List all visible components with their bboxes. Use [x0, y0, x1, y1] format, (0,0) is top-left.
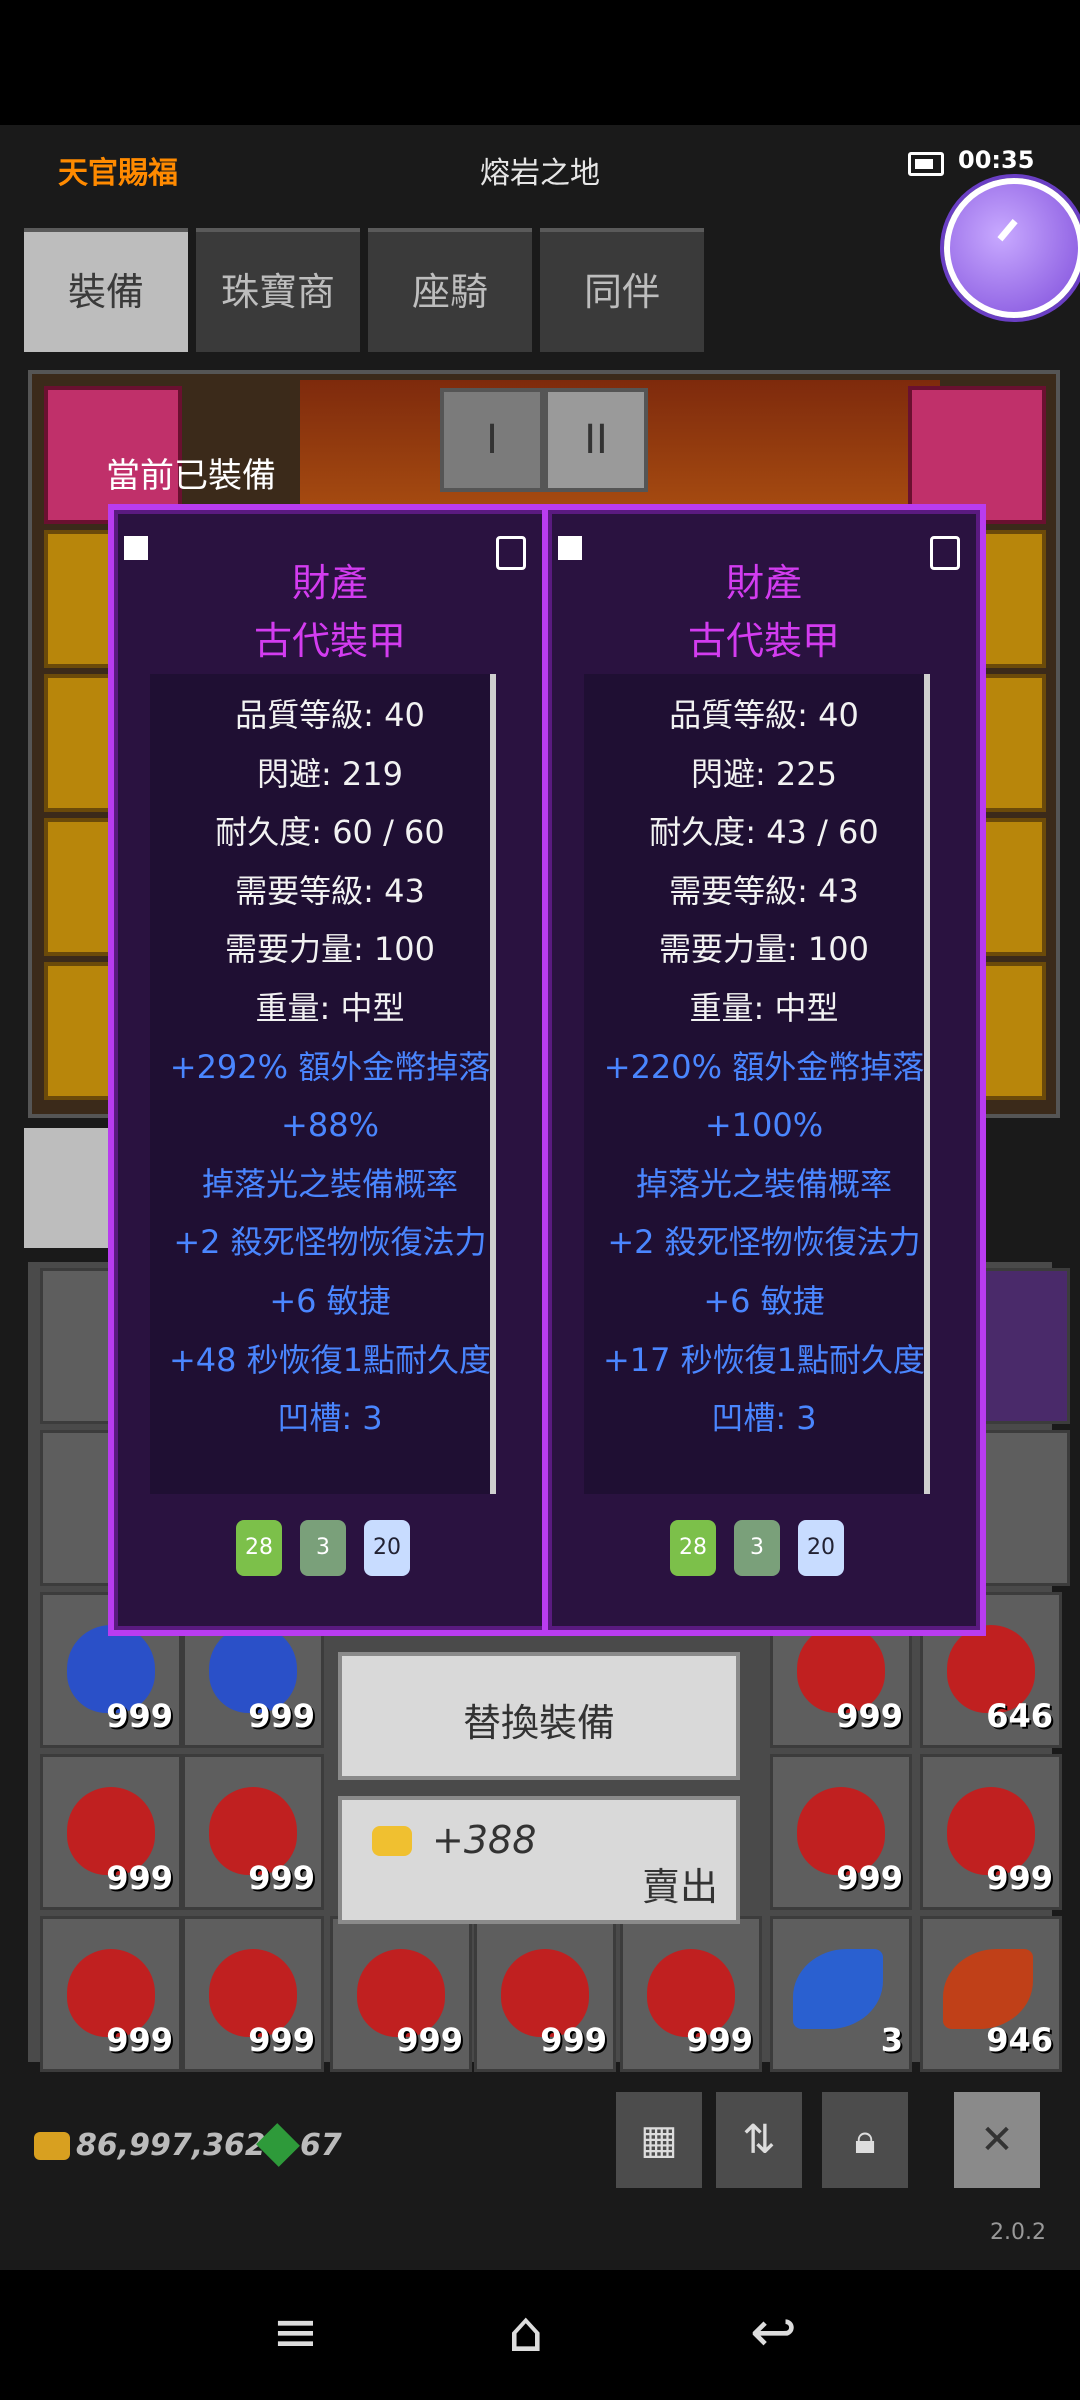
- equip-page-2-button[interactable]: II: [544, 388, 648, 492]
- stat-line: 閃避: 219: [256, 754, 404, 793]
- sell-button[interactable]: +388 賣出: [338, 1796, 740, 1924]
- bonus-line: +2 殺死怪物恢復法力: [607, 1223, 921, 1262]
- tab-jeweler[interactable]: 珠寶商: [196, 228, 360, 352]
- status-bar-background: [0, 0, 1080, 125]
- tab-companion[interactable]: 同伴: [540, 228, 704, 352]
- item-count: 946: [986, 2021, 1053, 2059]
- back-icon[interactable]: ↩: [750, 2300, 797, 2365]
- grid-view-icon[interactable]: ▦: [616, 2092, 702, 2188]
- new-item-tooltip: 財產 古代裝甲 品質等級: 40 閃避: 225 耐久度: 43 / 60 需要…: [542, 504, 986, 1636]
- gold-coins-icon: [372, 1826, 412, 1856]
- item-count: 999: [106, 2021, 173, 2059]
- item-name: 古代裝甲: [253, 619, 406, 663]
- inventory-slot[interactable]: 999: [770, 1754, 912, 1910]
- sort-icon[interactable]: ⇅: [716, 2092, 802, 2188]
- socket-gem-white: 20: [798, 1520, 844, 1576]
- clock: 00:35: [958, 146, 1035, 174]
- sell-price: +388: [432, 1818, 537, 1862]
- stat-line: 需要等級: 43: [669, 871, 859, 910]
- item-count: 999: [106, 1859, 173, 1897]
- item-count: 999: [686, 2021, 753, 2059]
- item-count: 999: [986, 1859, 1053, 1897]
- stats-list: 品質等級: 40 閃避: 219 耐久度: 60 / 60 需要等級: 43 需…: [114, 686, 546, 1448]
- socket-gem-gray: 3: [300, 1520, 346, 1576]
- inventory-slot[interactable]: 999: [40, 1754, 182, 1910]
- item-count: 646: [986, 1697, 1053, 1735]
- item-count: 999: [248, 1697, 315, 1735]
- cp-logo-icon: ᐟ: [995, 207, 1021, 275]
- stats-list: 品質等級: 40 閃避: 225 耐久度: 43 / 60 需要等級: 43 需…: [548, 686, 980, 1448]
- gold-amount: 86,997,362: [76, 2128, 266, 2163]
- item-category: 財產: [725, 561, 802, 605]
- stat-line: 需要等級: 43: [235, 871, 425, 910]
- bonus-line: +48 秒恢復1點耐久度: [168, 1340, 492, 1379]
- inventory-slot[interactable]: 999: [182, 1916, 324, 2072]
- socket-gem-green: 28: [236, 1520, 282, 1576]
- inventory-slot[interactable]: 999: [40, 1916, 182, 2072]
- red-feather-icon: [943, 1949, 1033, 2029]
- socket-gem-gray: 3: [734, 1520, 780, 1576]
- item-count: 3: [880, 2021, 903, 2059]
- inventory-slot[interactable]: 999: [474, 1916, 616, 2072]
- bonus-line: +6 敏捷: [269, 1281, 391, 1320]
- stat-line: 耐久度: 60 / 60: [215, 813, 445, 852]
- item-name: 古代裝甲: [687, 619, 840, 663]
- gem-amount: 67: [300, 2128, 342, 2163]
- stat-line: 耐久度: 43 / 60: [649, 813, 879, 852]
- equipped-item-tooltip: 財產 古代裝甲 品質等級: 40 閃避: 219 耐久度: 60 / 60 需要…: [108, 504, 552, 1636]
- replace-equipment-button[interactable]: 替換裝備: [338, 1652, 740, 1780]
- item-count: 999: [106, 1697, 173, 1735]
- close-icon[interactable]: ✕: [954, 2092, 1040, 2188]
- item-count: 999: [540, 2021, 607, 2059]
- item-count: 999: [836, 1859, 903, 1897]
- equipped-label: 當前已裝備: [106, 456, 276, 496]
- bonus-line: 凹槽: 3: [711, 1399, 817, 1438]
- stat-line: 重量: 中型: [255, 988, 405, 1027]
- stat-line: 需要力量: 100: [658, 930, 870, 969]
- inventory-slot[interactable]: 999: [182, 1754, 324, 1910]
- bonus-line: +220% 額外金幣掉落: [603, 1047, 925, 1086]
- item-count: 999: [248, 2021, 315, 2059]
- gold-icon: [34, 2132, 70, 2160]
- bonus-line: +17 秒恢復1點耐久度: [602, 1340, 926, 1379]
- menu-icon[interactable]: ≡: [272, 2300, 319, 2365]
- stat-line: 需要力量: 100: [224, 930, 436, 969]
- stat-line: 品質等級: 40: [235, 696, 425, 734]
- bonus-line: +6 敏捷: [703, 1281, 825, 1320]
- bonus-line: 掉落光之裝備概率: [635, 1164, 892, 1203]
- stat-line: 品質等級: 40: [669, 696, 859, 734]
- inventory-slot[interactable]: 999: [920, 1754, 1062, 1910]
- bonus-line: 凹槽: 3: [277, 1399, 383, 1438]
- bonus-line: +292% 額外金幣掉落: [169, 1047, 491, 1086]
- home-icon[interactable]: ⌂: [508, 2300, 544, 2365]
- bonus-line: 掉落光之裝備概率: [201, 1164, 458, 1203]
- item-count: 999: [248, 1859, 315, 1897]
- bonus-line: +88%: [281, 1106, 379, 1145]
- sell-label: 賣出: [642, 1865, 719, 1909]
- lock-toggle-icon[interactable]: 🔒︎: [822, 2092, 908, 2188]
- tab-equipment[interactable]: 裝備: [24, 228, 188, 352]
- equip-page-1-button[interactable]: I: [440, 388, 544, 492]
- item-count: 999: [396, 2021, 463, 2059]
- inventory-slot[interactable]: 999: [620, 1916, 762, 2072]
- battery-icon: [908, 152, 944, 176]
- bonus-line: +2 殺死怪物恢復法力: [173, 1223, 487, 1262]
- stat-line: 閃避: 225: [690, 754, 838, 793]
- version-label: 2.0.2: [990, 2220, 1046, 2245]
- blue-feather-icon: [793, 1949, 883, 2029]
- item-count: 999: [836, 1697, 903, 1735]
- inventory-slot[interactable]: 946: [920, 1916, 1062, 2072]
- item-category: 財產: [291, 561, 368, 605]
- stat-line: 重量: 中型: [689, 988, 839, 1027]
- inventory-slot[interactable]: 999: [330, 1916, 472, 2072]
- bonus-line: +100%: [704, 1106, 824, 1145]
- replace-equipment-label: 替換裝備: [462, 1701, 615, 1745]
- inventory-slot[interactable]: 3: [770, 1916, 912, 2072]
- socket-gem-white: 20: [364, 1520, 410, 1576]
- tab-mount[interactable]: 座騎: [368, 228, 532, 352]
- socket-gem-green: 28: [670, 1520, 716, 1576]
